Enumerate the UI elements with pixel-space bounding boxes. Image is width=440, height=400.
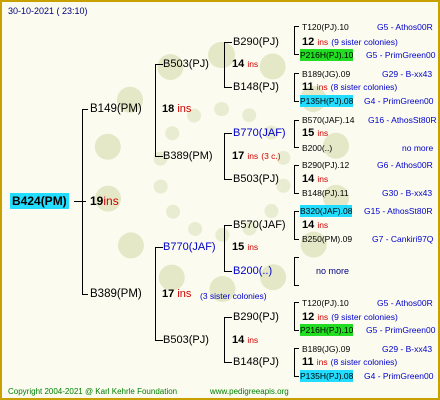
g4-row-13[interactable]: P135H(PJ).08 — [300, 370, 354, 382]
g4-row-0[interactable]: T120(PJ).10 — [302, 21, 349, 33]
g4-row-6[interactable]: B290(PJ).12 — [302, 159, 349, 171]
g4-line-0: G5 - Athos00R — [377, 22, 433, 32]
g2-a-label[interactable]: B503(PJ) — [163, 58, 209, 70]
g3-c1-gen: 14 ins — [302, 219, 329, 231]
g3-c1-label[interactable]: B570(JAF) — [233, 219, 286, 231]
g3-a2-gen: 11 ins (8 sister colonies) — [302, 81, 398, 93]
g3-b2-label[interactable]: B503(PJ) — [233, 173, 279, 185]
g3-b1-label[interactable]: B770(JAF) — [233, 127, 286, 139]
site-link[interactable]: www.pedigreeapis.org — [210, 386, 289, 398]
g4-row-7[interactable]: B148(PJ).11 — [302, 187, 349, 199]
g3-d2-gen: 11 ins (8 sister colonies) — [302, 356, 398, 368]
g1-top-gen: 18 ins — [162, 103, 192, 115]
g3-c2-more: no more — [316, 266, 350, 276]
g4-line-4: G16 - AthosSt80R — [368, 115, 437, 125]
g4-row-4[interactable]: B570(JAF).14 — [302, 114, 354, 126]
g4-line-6: G6 - Athos00R — [377, 160, 433, 170]
g2-b-gen: 17 ins (3 c.) — [232, 150, 281, 162]
g4-row-11[interactable]: P216H(PJ).10 — [300, 324, 354, 336]
g4-row-8[interactable]: B320(JAF).08 — [300, 205, 353, 217]
g2-c-gen: 15 ins — [232, 241, 259, 253]
root-queen[interactable]: B424(PM) — [10, 193, 69, 209]
g2-b-label[interactable]: B389(PM) — [163, 150, 213, 162]
copyright: Copyright 2004-2021 @ Karl Kehrle Founda… — [8, 387, 178, 396]
g2-d-gen: 14 ins — [232, 334, 259, 346]
root-gen: 19ins — [90, 194, 119, 208]
g4-line-13: G4 - PrimGreen00 — [364, 371, 434, 381]
g3-d2-label[interactable]: B148(PJ) — [233, 356, 279, 368]
date-line: 30-10-2021 ( 23:10) — [8, 6, 88, 16]
g1-top-label[interactable]: B149(PM) — [90, 103, 142, 115]
g4-row-2[interactable]: B189(JG).09 — [302, 68, 350, 80]
g2-c-label[interactable]: B770(JAF) — [163, 241, 216, 253]
g4-line-11: G5 - PrimGreen00 — [366, 325, 436, 335]
g2-a-gen: 14 ins — [232, 58, 259, 70]
g4-line-10: G5 - Athos00R — [377, 298, 433, 308]
g3-a2-label[interactable]: B148(PJ) — [233, 81, 279, 93]
g4-line-5: no more — [402, 143, 434, 153]
g3-c2-label[interactable]: B200(..) — [233, 265, 272, 277]
g4-line-12: G29 - B-xx43 — [382, 344, 433, 354]
g2-d-label[interactable]: B503(PJ) — [163, 334, 209, 346]
g4-row-9[interactable]: B250(PM).09 — [302, 233, 352, 245]
g4-line-8: G15 - AthosSt80R — [364, 206, 433, 216]
g4-line-1: G5 - PrimGreen00 — [366, 50, 436, 60]
g1-bottom-gen: 17 ins — [162, 288, 192, 300]
g3-a1-label[interactable]: B290(PJ) — [233, 36, 279, 48]
g4-line-2: G29 - B-xx43 — [382, 69, 433, 79]
g3-d1-label[interactable]: B290(PJ) — [233, 311, 279, 323]
g4-row-3[interactable]: P135H(PJ).08 — [300, 95, 354, 107]
g4-row-12[interactable]: B189(JG).09 — [302, 343, 350, 355]
g3-b1-gen: 15 ins — [302, 127, 329, 139]
g3-b2-gen: 14 ins — [302, 173, 329, 185]
g4-line-3: G4 - PrimGreen00 — [364, 96, 434, 106]
g1-bottom-label[interactable]: B389(PM) — [90, 288, 142, 300]
g4-line-9: G7 - Cankiri97Q — [372, 234, 434, 244]
g3-d1-gen: 12 ins (9 sister colonies) — [302, 311, 398, 323]
g4-row-10[interactable]: T120(PJ).10 — [302, 297, 349, 309]
g4-row-1[interactable]: P216H(PJ).10 — [300, 49, 354, 61]
g4-row-5[interactable]: B200(..) — [302, 142, 332, 154]
g3-a1-gen: 12 ins (9 sister colonies) — [302, 36, 398, 48]
pedigree-frame: 30-10-2021 ( 23:10) B424(PM) 19ins B149(… — [0, 0, 440, 400]
g1-bottom-note: (3 sister colonies) — [200, 291, 267, 301]
g4-line-7: G30 - B-xx43 — [382, 188, 433, 198]
